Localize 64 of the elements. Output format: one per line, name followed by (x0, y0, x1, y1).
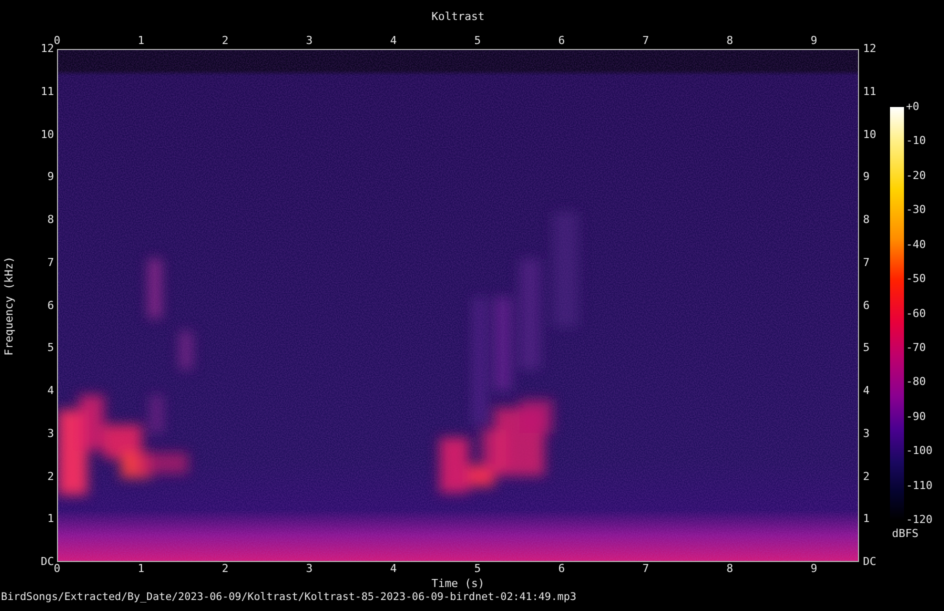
axis-tick-label: 4 (863, 385, 870, 397)
axis-tick-label: 6 (863, 300, 870, 312)
axis-tick-label: 8 (726, 35, 734, 47)
colorbar-tick-label: -30 (906, 204, 926, 216)
axis-tick-label: 2 (222, 563, 228, 575)
axis-tick-label: DC (40, 556, 54, 568)
axis-tick-label: 9 (810, 35, 818, 47)
axis-tick-label: 12 (863, 43, 876, 55)
axis-tick-label: 7 (642, 35, 649, 47)
axis-tick-label: 1 (47, 513, 54, 526)
axis-tick-label: 8 (726, 563, 734, 575)
axis-tick-label: 1 (863, 513, 870, 526)
axis-tick-label: 1 (138, 35, 144, 47)
axis-tick-label: 4 (390, 563, 397, 575)
axis-tick-label: 6 (558, 563, 565, 575)
colorbar-tick-label: +0 (906, 101, 920, 113)
axis-tick-label: 5 (47, 342, 54, 354)
colorbar-tick-label: -90 (906, 410, 926, 423)
axis-tick-label: 5 (474, 563, 481, 575)
file-path: BirdSongs/Extracted/By_Date/2023-06-09/Koltrast/Koltrast-85-2023-06-09-birdnet-02:41:49.mp3 (0, 591, 578, 603)
axis-tick-label: 2 (863, 470, 870, 482)
axis-tick-label: 9 (810, 563, 818, 575)
axis-tick-label: 3 (863, 428, 870, 440)
axis-tick-label: 4 (47, 385, 54, 397)
axis-tick-label: DC (863, 556, 876, 568)
axis-tick-label: 7 (863, 256, 870, 269)
colorbar-tick-label: -10 (906, 135, 926, 148)
colorbar-tick-label: -110 (906, 480, 932, 492)
axis-label: Time (s) (432, 578, 484, 591)
colorbar-tick-label: -120 (906, 514, 932, 526)
axis-tick-label: 0 (54, 35, 60, 47)
axis-tick-label: 9 (863, 171, 870, 184)
axis-tick-label: 1 (138, 563, 144, 575)
axis-tick-label: 6 (47, 300, 54, 312)
colorbar-tick-label: -70 (906, 342, 926, 354)
colorbar-tick-label: -100 (906, 445, 932, 458)
axis-tick-label: 3 (47, 428, 54, 440)
axis-tick-label: 2 (47, 470, 54, 482)
axis-tick-label: 10 (40, 128, 54, 140)
axis-tick-label: 11 (863, 86, 876, 98)
axis-tick-label: 0 (54, 563, 60, 575)
axis-tick-label: 2 (222, 35, 228, 47)
colorbar-tick-label: -40 (906, 238, 926, 251)
axis-tick-label: 8 (863, 214, 870, 226)
axis-tick-label: 5 (863, 342, 870, 354)
axis-tick-label: 3 (306, 563, 313, 575)
colorbar-tick-label: -20 (906, 170, 926, 182)
axis-tick-label: 10 (863, 128, 876, 140)
axis-tick-label: 6 (558, 35, 565, 47)
chart-title: Koltrast (432, 10, 484, 22)
axis-tick-label: 12 (40, 43, 54, 55)
axis-tick-label: 9 (47, 171, 54, 184)
axis-tick-label: 5 (474, 35, 481, 47)
colorbar-unit: dBFS (892, 528, 920, 540)
axis-tick-label: 7 (642, 563, 649, 575)
axis-tick-label: 11 (40, 86, 54, 98)
axis-label: Frequency (kHz) (4, 256, 16, 356)
axis-tick-label: 4 (390, 35, 397, 47)
axis-tick-label: 7 (47, 256, 54, 269)
axis-tick-label: 8 (47, 214, 54, 226)
colorbar-tick-label: -60 (906, 308, 926, 320)
colorbar-tick-label: -80 (906, 376, 926, 388)
colorbar-tick-label: -50 (906, 273, 926, 286)
axis-tick-label: 3 (306, 35, 313, 47)
